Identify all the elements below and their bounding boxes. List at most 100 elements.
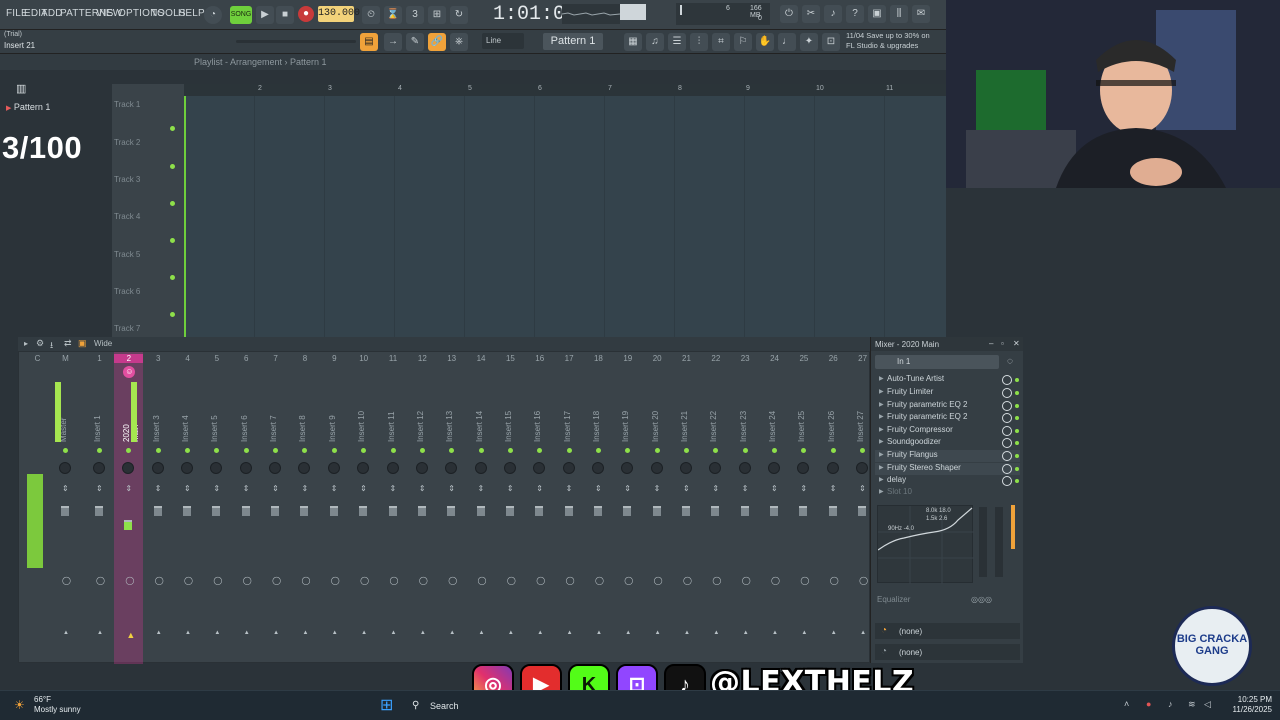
- pan-knob[interactable]: [856, 462, 869, 474]
- pan-knob[interactable]: [650, 462, 663, 474]
- track-name[interactable]: Track 6: [114, 287, 140, 296]
- mixer-strip[interactable]: 19 Insert 19 ⇕ ◯ ▲: [613, 352, 642, 664]
- arrow-right-icon[interactable]: →: [384, 33, 402, 51]
- stereo-separation-icon[interactable]: ⇕: [654, 484, 661, 493]
- play-icon[interactable]: ▶: [256, 6, 274, 24]
- route-arrow-icon[interactable]: ▲: [63, 630, 69, 636]
- tray-app-icon[interactable]: ●: [1146, 699, 1151, 709]
- pan-knob[interactable]: [386, 462, 399, 474]
- browser-icon[interactable]: ⌗: [712, 33, 730, 51]
- loop-record-icon[interactable]: ↻: [450, 6, 468, 24]
- pan-knob[interactable]: [826, 462, 839, 474]
- route-arrow-icon[interactable]: ▲: [508, 630, 514, 636]
- pan-knob[interactable]: [621, 462, 634, 474]
- track-led[interactable]: [170, 275, 175, 280]
- mixer-window-icon[interactable]: ⫶: [690, 33, 708, 51]
- mute-led[interactable]: [273, 448, 279, 453]
- touch-icon[interactable]: ✋: [756, 33, 774, 51]
- route-arrow-icon[interactable]: ▲: [391, 630, 397, 636]
- volume-fader[interactable]: [476, 506, 485, 516]
- mute-led[interactable]: [449, 448, 455, 453]
- snap-select[interactable]: Line: [482, 33, 524, 49]
- plugin-icon[interactable]: ⚐: [734, 33, 752, 51]
- volume-fader[interactable]: [271, 506, 280, 516]
- mixer-link-icon[interactable]: ⇄: [64, 338, 72, 349]
- route-knob-icon[interactable]: ◯: [566, 576, 575, 585]
- effect-slot-empty[interactable]: ▶ Slot 10: [875, 487, 1020, 499]
- pattern-select[interactable]: Pattern 1: [543, 33, 603, 50]
- route-knob-icon[interactable]: ◯: [62, 576, 71, 585]
- stereo-separation-icon[interactable]: ⇕: [62, 484, 69, 493]
- pan-knob[interactable]: [738, 462, 751, 474]
- mixer-strip[interactable]: 23 Insert 23 ⇕ ◯ ▲: [731, 352, 760, 664]
- volume-fader[interactable]: [623, 506, 632, 516]
- route-arrow-icon[interactable]: ▲: [156, 630, 162, 636]
- route-arrow-icon[interactable]: ▲: [596, 630, 602, 636]
- effect-slot[interactable]: ▶ Auto-Tune Artist: [875, 374, 1020, 386]
- mixer-strip[interactable]: 10 Insert 10 ⇕ ◯ ▲: [349, 352, 378, 664]
- stereo-separation-icon[interactable]: ⇕: [536, 484, 543, 493]
- chat-icon[interactable]: ✉: [912, 5, 930, 23]
- pan-knob[interactable]: [474, 462, 487, 474]
- effect-slot[interactable]: ▶ Fruity parametric EQ 2: [875, 412, 1020, 424]
- minimize-icon[interactable]: –: [989, 339, 993, 348]
- weather-widget[interactable]: 66°F Mostly sunny: [34, 695, 81, 715]
- track-led[interactable]: [170, 201, 175, 206]
- route-arrow-icon[interactable]: ▲: [684, 630, 690, 636]
- track-name[interactable]: Track 7: [114, 324, 140, 333]
- effect-slot[interactable]: ▶ Soundgoodizer: [875, 437, 1020, 449]
- cart-icon[interactable]: ⊡: [822, 33, 840, 51]
- route-knob-icon[interactable]: ◯: [390, 576, 399, 585]
- volume-fader[interactable]: [95, 506, 103, 516]
- volume-fader[interactable]: [740, 506, 749, 516]
- windows-start-icon[interactable]: ⊞: [380, 695, 393, 715]
- track-name[interactable]: Track 5: [114, 250, 140, 259]
- pan-knob[interactable]: [562, 462, 575, 474]
- volume-fader[interactable]: [359, 506, 368, 516]
- volume-fader[interactable]: [153, 506, 162, 516]
- route-knob-icon[interactable]: ◯: [243, 576, 252, 585]
- effect-slot[interactable]: ▶ Fruity Flangus: [875, 450, 1020, 462]
- mute-led[interactable]: [713, 448, 719, 453]
- playhead[interactable]: [184, 96, 186, 340]
- route-knob-icon[interactable]: ◯: [712, 576, 721, 585]
- mix-knob-icon[interactable]: [1002, 438, 1012, 448]
- strip-icon[interactable]: ☺: [123, 366, 136, 378]
- mixer-strip[interactable]: 21 Insert 21 ⇕ ◯ ▲: [672, 352, 701, 664]
- pan-knob[interactable]: [768, 462, 781, 474]
- effect-slot[interactable]: ▶ delay: [875, 475, 1020, 487]
- stereo-separation-icon[interactable]: ⇕: [155, 484, 162, 493]
- news-panel[interactable]: 11/04 Save up to 30% on FL Studio & upgr…: [846, 31, 930, 51]
- audio-input-select[interactable]: In 1: [875, 355, 999, 369]
- microphone-tray-icon[interactable]: ♪: [1168, 699, 1173, 709]
- mixer-strip[interactable]: 12 Insert 12 ⇕ ◯ ▲: [408, 352, 437, 664]
- route-arrow-icon[interactable]: ▲: [655, 630, 661, 636]
- mix-knob-icon[interactable]: [1002, 451, 1012, 461]
- mute-led[interactable]: [537, 448, 543, 453]
- pan-knob[interactable]: [797, 462, 810, 474]
- route-arrow-icon[interactable]: ▲: [567, 630, 573, 636]
- route-knob-icon[interactable]: ◯: [184, 576, 193, 585]
- mute-led[interactable]: [801, 448, 807, 453]
- playlist-grid[interactable]: [184, 84, 946, 340]
- volume-fader[interactable]: [682, 506, 690, 516]
- mute-led[interactable]: [507, 448, 513, 453]
- track-name[interactable]: Track 4: [114, 212, 140, 221]
- stereo-separation-icon[interactable]: ⇕: [331, 484, 338, 493]
- countdown-icon[interactable]: 3: [406, 6, 424, 24]
- stamp-icon[interactable]: ⎈: [450, 33, 468, 51]
- route-arrow-icon[interactable]: ▲: [126, 630, 135, 640]
- volume-fader[interactable]: [711, 506, 720, 516]
- pan-knob[interactable]: [181, 462, 194, 474]
- cpu-knob-icon[interactable]: ◔: [204, 6, 222, 24]
- pan-knob[interactable]: [680, 462, 692, 474]
- pan-knob[interactable]: [533, 462, 546, 474]
- route-arrow-icon[interactable]: ▲: [449, 630, 455, 636]
- mute-led[interactable]: [97, 448, 102, 453]
- volume-fader[interactable]: [447, 506, 456, 516]
- mute-led[interactable]: [860, 448, 866, 453]
- link-icon[interactable]: 🔗: [428, 33, 446, 51]
- route-knob-icon[interactable]: ◯: [624, 576, 633, 585]
- route-arrow-icon[interactable]: ▲: [479, 630, 485, 636]
- pan-knob[interactable]: [327, 462, 340, 474]
